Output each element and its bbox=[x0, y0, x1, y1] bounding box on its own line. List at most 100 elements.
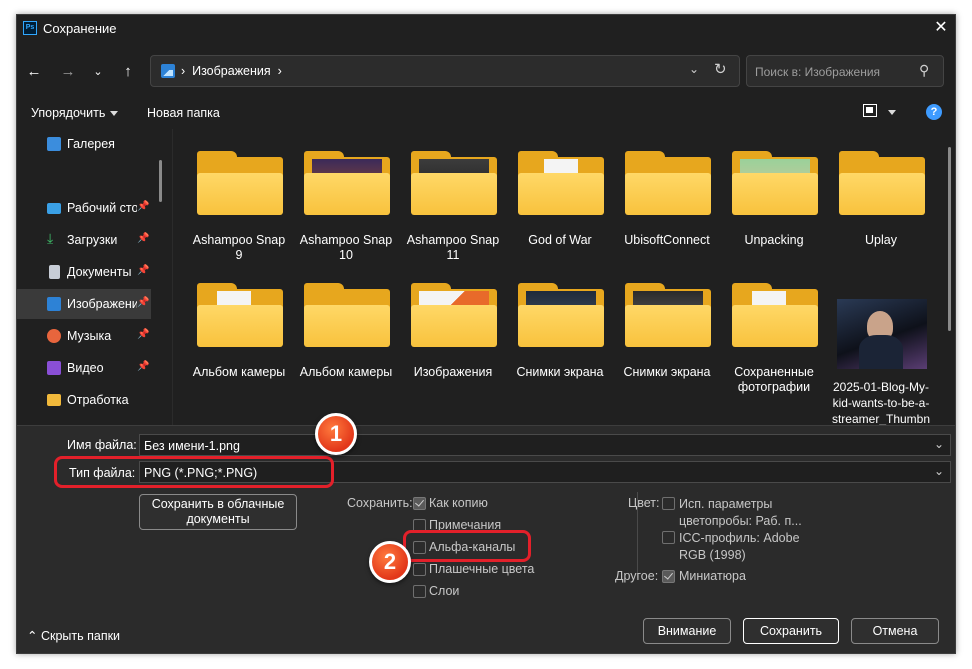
breadcrumb-separator: › bbox=[270, 64, 282, 78]
image-thumbnail bbox=[837, 299, 927, 369]
documents-icon bbox=[49, 265, 60, 279]
proof-setup-checkbox[interactable] bbox=[662, 497, 675, 510]
icc-profile-label: ICC-профиль: Adobe RGB (1998) bbox=[679, 531, 800, 562]
save-button[interactable]: Сохранить bbox=[743, 618, 839, 644]
filename-value: Без имени-1.png bbox=[144, 439, 240, 453]
sidebar-item-downloads[interactable]: ⤓ Загрузки 📌 bbox=[17, 225, 151, 255]
sidebar-item-desktop[interactable]: Рабочий стол 📌 bbox=[17, 193, 151, 223]
sidebar-item-label: Изображения bbox=[67, 297, 137, 311]
address-chevron-down-icon[interactable]: ⌄ bbox=[689, 62, 699, 76]
hide-folders-label: Скрыть папки bbox=[40, 629, 121, 643]
organize-menu-button[interactable]: Упорядочить bbox=[31, 106, 119, 120]
file-name: 2025-01-Blog-My-kid-wants-to-be-a-stream… bbox=[831, 380, 931, 426]
sidebar-item-label: Видео bbox=[67, 361, 104, 375]
view-mode-icon[interactable] bbox=[863, 104, 877, 117]
video-icon bbox=[47, 361, 61, 375]
chevron-down-icon[interactable]: ⌄ bbox=[934, 437, 944, 451]
folder-icon bbox=[197, 283, 283, 347]
up-arrow-icon[interactable]: ↑ bbox=[115, 59, 141, 85]
sidebar-item-label: Рабочий стол bbox=[67, 201, 137, 215]
forward-arrow-icon[interactable]: → bbox=[55, 59, 81, 85]
recent-chevron-down-icon[interactable]: ⌄ bbox=[85, 59, 111, 85]
refresh-icon[interactable]: ↻ bbox=[714, 60, 727, 78]
file-name: Unpacking bbox=[744, 233, 804, 247]
search-input[interactable]: Поиск в: Изображения ⚲ bbox=[746, 55, 944, 87]
pin-icon[interactable]: 📌 bbox=[137, 329, 149, 340]
step-badge-2: 2 bbox=[369, 541, 411, 583]
sidebar-item-label: Отработка bbox=[67, 393, 129, 407]
color-label: Цвет: bbox=[628, 496, 660, 510]
back-arrow-icon[interactable]: ← bbox=[21, 59, 47, 85]
file-name: Снимки экрана bbox=[516, 365, 604, 379]
file-name: Снимки экрана bbox=[623, 365, 711, 379]
warning-button[interactable]: Внимание bbox=[643, 618, 731, 644]
save-to-cloud-button[interactable]: Сохранить в облачные документы bbox=[139, 494, 297, 530]
gallery-icon bbox=[47, 137, 61, 151]
sidebar-item-label: Музыка bbox=[67, 329, 112, 343]
pin-icon[interactable]: 📌 bbox=[137, 201, 149, 212]
folder-icon bbox=[732, 283, 818, 347]
address-bar[interactable]: › Изображения › ⌄ ↻ bbox=[150, 55, 740, 87]
new-folder-button[interactable]: Новая папка bbox=[147, 106, 220, 120]
chevron-down-icon bbox=[110, 111, 119, 117]
photoshop-logo-icon: Ps bbox=[23, 21, 37, 35]
icc-profile-checkbox[interactable] bbox=[662, 531, 675, 544]
sidebar-item-label: Документы bbox=[67, 265, 132, 279]
pin-icon[interactable]: 📌 bbox=[137, 297, 149, 308]
layers-checkbox[interactable] bbox=[413, 585, 426, 598]
as-copy-checkbox[interactable] bbox=[413, 497, 426, 510]
sidebar-item-pictures[interactable]: Изображения 📌 bbox=[17, 289, 151, 319]
folder-icon bbox=[518, 151, 604, 215]
sidebar-item-music[interactable]: Музыка 📌 bbox=[17, 321, 151, 351]
file-name: Uplay bbox=[865, 233, 897, 247]
folder-icon bbox=[625, 151, 711, 215]
chevron-down-icon[interactable]: ⌄ bbox=[934, 464, 944, 478]
view-chevron-down-icon[interactable] bbox=[888, 110, 896, 115]
save-dialog: Ps Сохранение ✕ ← → ⌄ ↑ › Изображения › … bbox=[16, 14, 956, 654]
organize-label: Упорядочить bbox=[31, 106, 106, 120]
sidebar-item-label: Загрузки bbox=[67, 233, 118, 247]
folder-icon bbox=[304, 283, 390, 347]
folder-icon bbox=[732, 151, 818, 215]
step-badge-1: 1 bbox=[315, 413, 357, 455]
thumbnail-checkbox[interactable] bbox=[662, 570, 675, 583]
spot-colors-checkbox[interactable] bbox=[413, 563, 426, 576]
pin-icon[interactable]: 📌 bbox=[137, 361, 149, 372]
sidebar-item-video[interactable]: Видео 📌 bbox=[17, 353, 151, 383]
folder-icon bbox=[197, 151, 283, 215]
folder-icon bbox=[518, 283, 604, 347]
filename-label: Имя файла: bbox=[67, 438, 137, 452]
title-bar: Ps Сохранение ✕ bbox=[17, 15, 955, 43]
other-label: Другое: bbox=[615, 569, 659, 583]
hide-folders-toggle[interactable]: ⌃ Скрыть папки bbox=[27, 628, 120, 643]
filetype-highlight bbox=[54, 456, 334, 488]
file-name: Альбом камеры bbox=[192, 365, 286, 379]
sidebar-item-gallery[interactable]: Галерея bbox=[17, 129, 151, 159]
download-icon: ⤓ bbox=[47, 230, 54, 246]
help-icon[interactable]: ? bbox=[926, 104, 942, 120]
filename-input[interactable]: Без имени-1.png ⌄ bbox=[139, 434, 951, 456]
close-icon[interactable]: ✕ bbox=[929, 17, 953, 39]
files-scrollbar[interactable] bbox=[948, 147, 951, 331]
folder-icon bbox=[47, 394, 61, 406]
file-name: God of War bbox=[528, 233, 592, 247]
file-name: Ashampoo Snap 11 bbox=[406, 233, 500, 262]
layers-label: Слои bbox=[429, 584, 460, 598]
pictures-location-icon bbox=[161, 64, 175, 78]
file-name: Сохраненные фотографии bbox=[734, 365, 814, 394]
folder-icon bbox=[304, 151, 390, 215]
cancel-button[interactable]: Отмена bbox=[851, 618, 939, 644]
pin-icon[interactable]: 📌 bbox=[137, 233, 149, 244]
pane-divider bbox=[172, 129, 173, 425]
folder-icon bbox=[839, 151, 925, 215]
sidebar-item-practice[interactable]: Отработка bbox=[17, 385, 151, 415]
folder-icon bbox=[411, 283, 497, 347]
pin-icon[interactable]: 📌 bbox=[137, 265, 149, 276]
sidebar-scrollbar[interactable] bbox=[159, 160, 162, 202]
save-options-label: Сохранить: bbox=[347, 496, 413, 510]
breadcrumb[interactable]: › Изображения › bbox=[181, 64, 282, 78]
music-icon bbox=[47, 329, 61, 343]
sidebar-item-documents[interactable]: Документы 📌 bbox=[17, 257, 151, 287]
search-icon[interactable]: ⚲ bbox=[919, 62, 929, 79]
breadcrumb-item-pictures[interactable]: Изображения bbox=[192, 64, 271, 78]
